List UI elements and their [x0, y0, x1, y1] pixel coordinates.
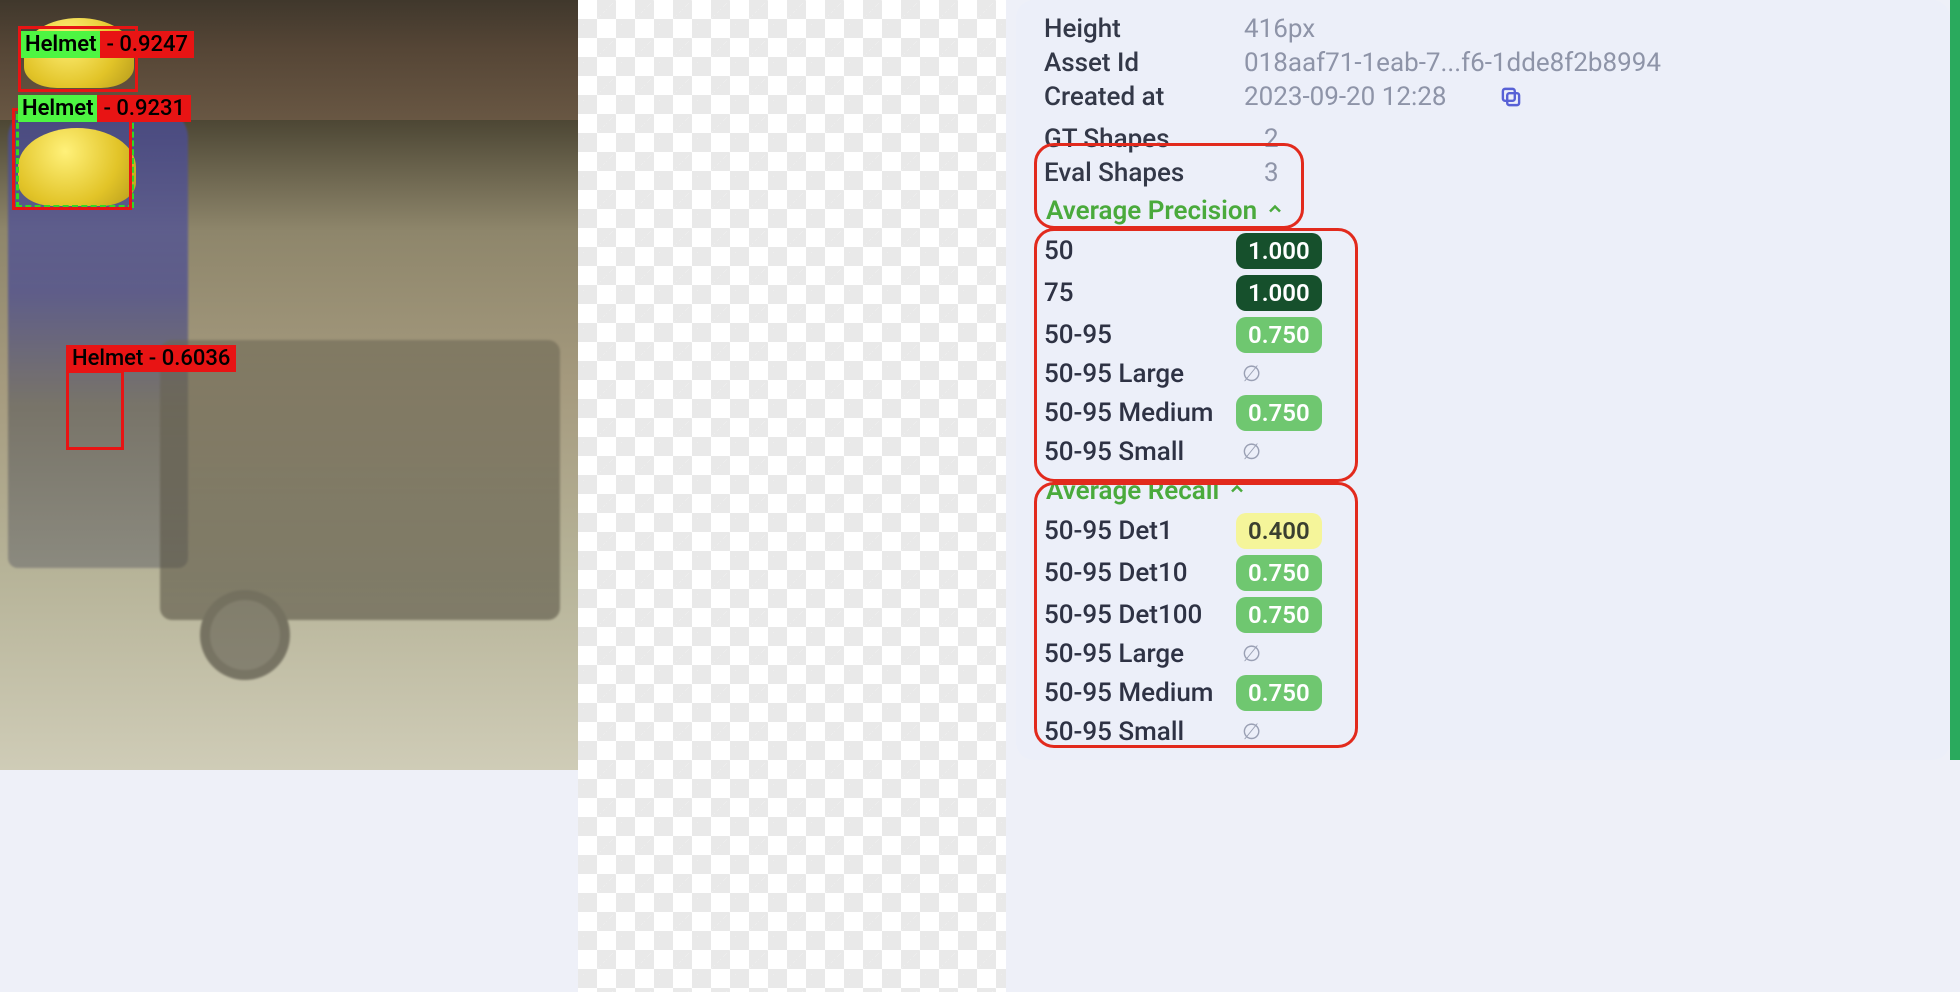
- metric-empty: ∅: [1236, 362, 1261, 387]
- kv-height: Height 416px: [1044, 12, 1922, 46]
- metric-row: 75 1.000: [1044, 272, 1922, 314]
- metric-row: 50-95 Large ∅: [1044, 636, 1922, 672]
- metric-row: 50-95 0.750: [1044, 314, 1922, 356]
- annotated-image[interactable]: Helmet - 0.9247 Helmet - 0.9231 Helmet -…: [0, 0, 578, 770]
- bbox-helmet-2[interactable]: Helmet - 0.9231: [12, 108, 132, 210]
- scrollbar[interactable]: [1950, 0, 1960, 760]
- metric-empty: ∅: [1236, 720, 1261, 745]
- label: Eval Shapes: [1044, 158, 1234, 188]
- metric-key: 50-95 Det100: [1044, 600, 1226, 630]
- metric-badge: 0.750: [1236, 555, 1322, 591]
- metric-badge: 0.750: [1236, 317, 1322, 353]
- det-label: Helmet: [21, 31, 100, 58]
- avg-recall-rows: 50-95 Det10.40050-95 Det100.75050-95 Det…: [1044, 510, 1922, 750]
- kv-eval-shapes: Eval Shapes 3: [1044, 156, 1922, 190]
- section-title: Average Precision: [1046, 196, 1257, 226]
- bbox-helmet-1[interactable]: Helmet - 0.9247: [18, 26, 138, 92]
- det-score: - 0.9247: [100, 31, 194, 58]
- copy-icon[interactable]: [1498, 84, 1524, 110]
- metric-empty: ∅: [1236, 642, 1261, 667]
- bbox-helmet-3[interactable]: Helmet - 0.6036: [66, 370, 124, 450]
- metric-key: 50-95 Det10: [1044, 558, 1226, 588]
- details-panel: Height 416px Asset Id 018aaf71-1eab-7...…: [1016, 0, 1950, 760]
- value: 2: [1264, 124, 1279, 154]
- metric-badge: 0.750: [1236, 675, 1322, 711]
- metric-key: 50-95 Large: [1044, 359, 1226, 389]
- det-label-score: Helmet - 0.6036: [66, 345, 236, 372]
- metric-row: 50-95 Det1 0.400: [1044, 510, 1922, 552]
- metric-key: 50-95 Medium: [1044, 678, 1226, 708]
- metric-key: 50-95 Large: [1044, 639, 1226, 669]
- metric-row: 50-95 Large ∅: [1044, 356, 1922, 392]
- metric-empty: ∅: [1236, 440, 1261, 465]
- metric-row: 50-95 Medium 0.750: [1044, 392, 1922, 434]
- chevron-up-icon: [1227, 476, 1247, 506]
- metric-badge: 0.750: [1236, 597, 1322, 633]
- canvas-empty-area: [578, 0, 1006, 992]
- det-label: Helmet: [18, 95, 97, 122]
- avg-precision-header[interactable]: Average Precision: [1044, 190, 1922, 230]
- chevron-up-icon: [1265, 196, 1285, 226]
- metric-key: 50-95 Small: [1044, 437, 1226, 467]
- metric-row: 50-95 Small ∅: [1044, 434, 1922, 470]
- metric-key: 50-95 Medium: [1044, 398, 1226, 428]
- metric-key: 75: [1044, 278, 1226, 308]
- details-column: Height 416px Asset Id 018aaf71-1eab-7...…: [1006, 0, 1960, 992]
- avg-precision-rows: 501.000751.00050-950.75050-95 Large∅50-9…: [1044, 230, 1922, 470]
- value: 3: [1264, 158, 1279, 188]
- avg-recall-header[interactable]: Average Recall: [1044, 470, 1922, 510]
- value: 416px: [1244, 14, 1315, 44]
- app-root: Helmet - 0.9247 Helmet - 0.9231 Helmet -…: [0, 0, 1960, 992]
- label: Created at: [1044, 82, 1214, 112]
- value: 2023-09-20 12:28: [1244, 82, 1446, 112]
- label: Height: [1044, 14, 1214, 44]
- metric-row: 50-95 Det10 0.750: [1044, 552, 1922, 594]
- label: GT Shapes: [1044, 124, 1234, 154]
- value: 018aaf71-1eab-7...f6-1dde8f2b8994: [1244, 48, 1661, 78]
- kv-asset-id: Asset Id 018aaf71-1eab-7...f6-1dde8f2b89…: [1044, 46, 1922, 80]
- metric-key: 50-95 Det1: [1044, 516, 1226, 546]
- image-column: Helmet - 0.9247 Helmet - 0.9231 Helmet -…: [0, 0, 1006, 992]
- metric-badge: 1.000: [1236, 233, 1322, 269]
- kv-created-at: Created at 2023-09-20 12:28: [1044, 80, 1922, 114]
- kv-gt-shapes: GT Shapes 2: [1044, 122, 1922, 156]
- metric-badge: 1.000: [1236, 275, 1322, 311]
- machine-shape: [160, 340, 560, 620]
- section-title: Average Recall: [1046, 476, 1219, 506]
- metric-badge: 0.750: [1236, 395, 1322, 431]
- metric-row: 50-95 Det100 0.750: [1044, 594, 1922, 636]
- metric-key: 50: [1044, 236, 1226, 266]
- metric-row: 50-95 Medium 0.750: [1044, 672, 1922, 714]
- metric-key: 50-95 Small: [1044, 717, 1226, 747]
- metric-key: 50-95: [1044, 320, 1226, 350]
- label: Asset Id: [1044, 48, 1214, 78]
- det-score: - 0.9231: [97, 95, 191, 122]
- metric-row: 50 1.000: [1044, 230, 1922, 272]
- metric-row: 50-95 Small ∅: [1044, 714, 1922, 750]
- metric-badge: 0.400: [1236, 513, 1322, 549]
